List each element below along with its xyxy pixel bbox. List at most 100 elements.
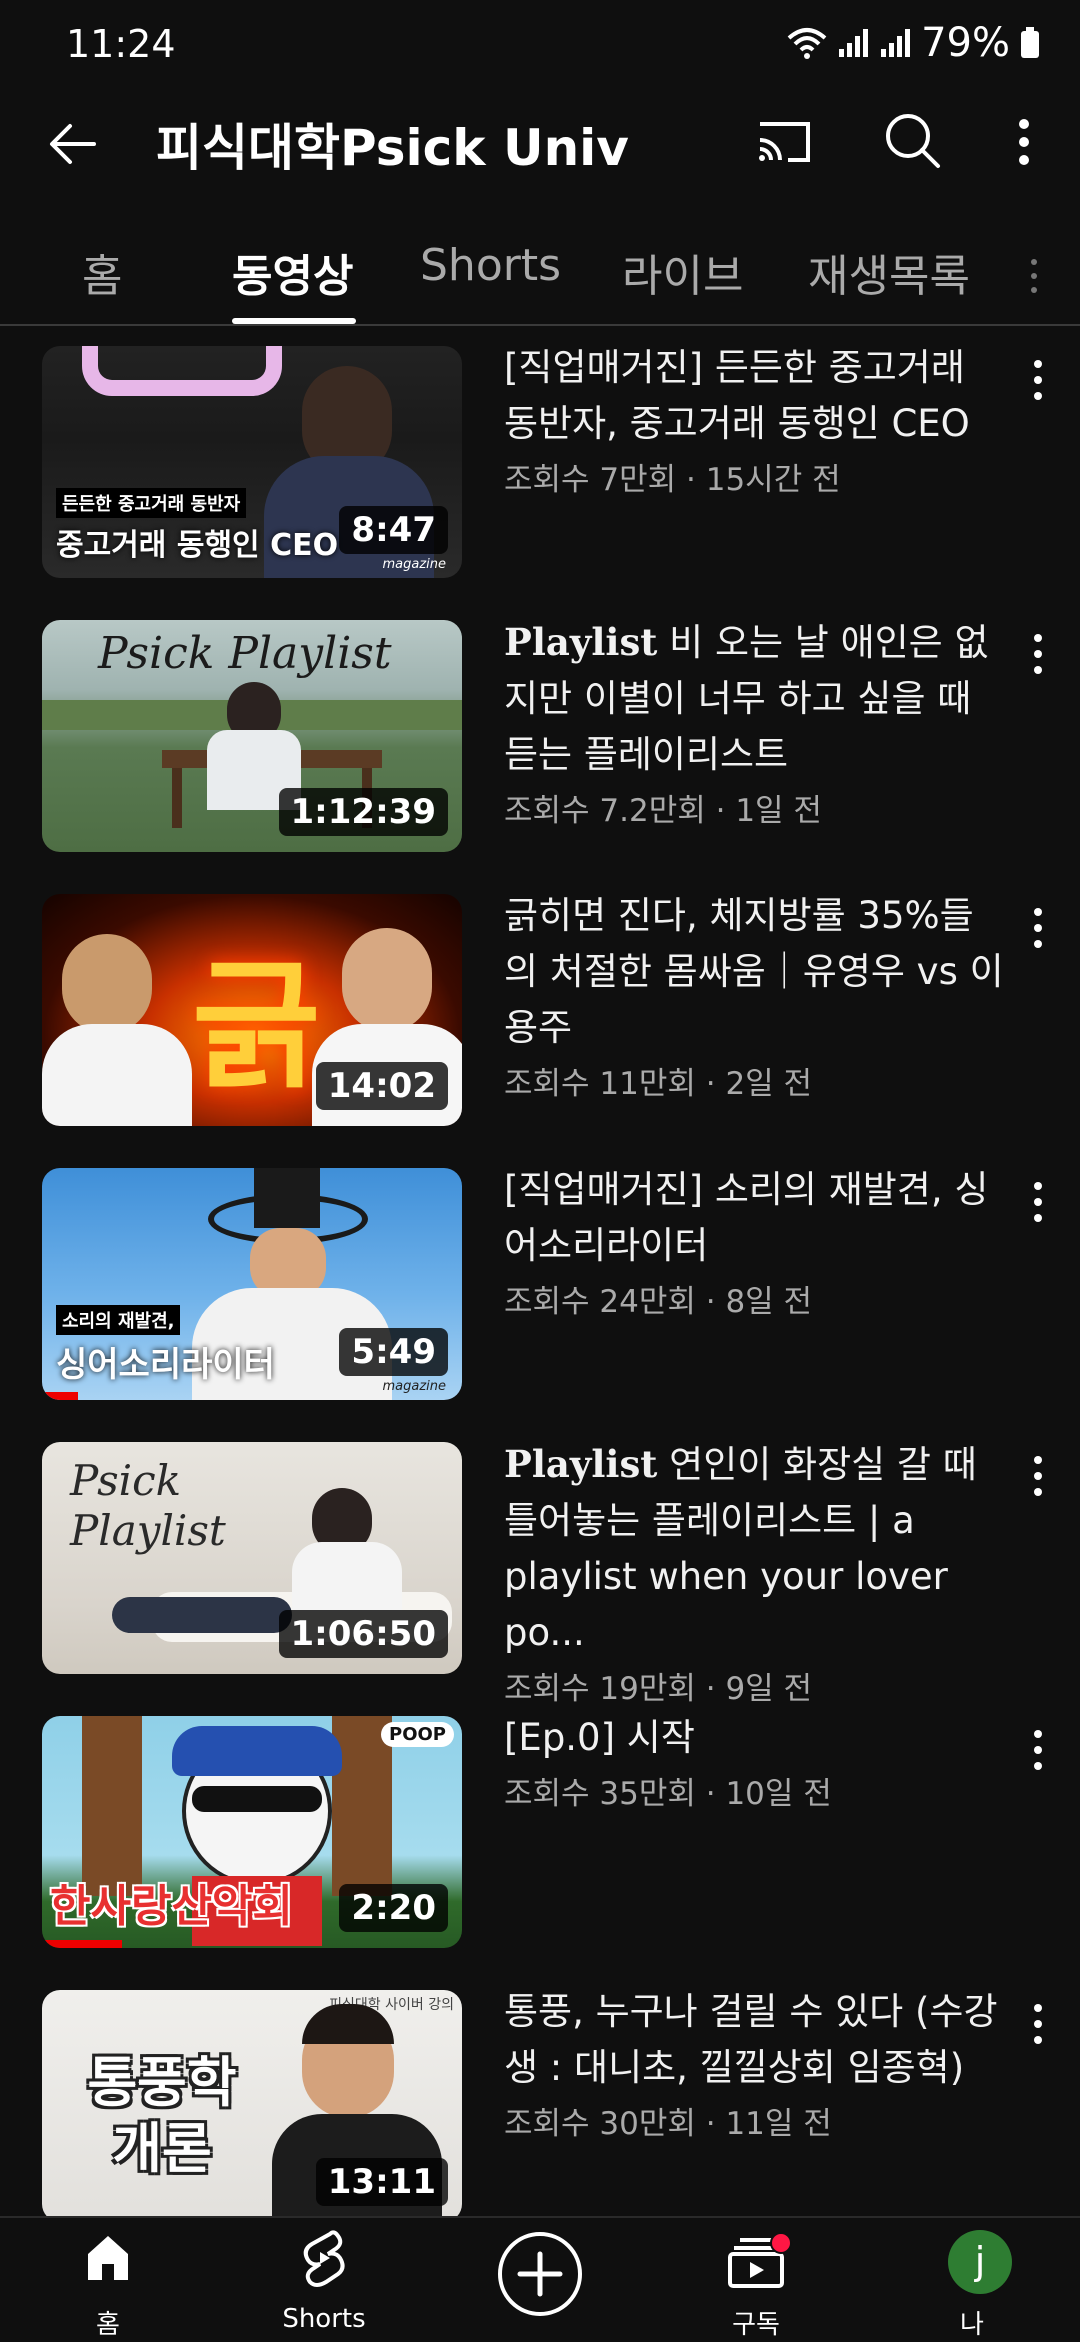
nav-you[interactable]: j 나 <box>864 2218 1080 2342</box>
shorts-icon <box>303 2230 345 2287</box>
video-more-icon[interactable] <box>1024 356 1052 404</box>
search-icon[interactable] <box>880 108 944 172</box>
video-duration: 14:02 <box>315 1062 448 1110</box>
thumbnail-text: 든든한 중고거래 동반자 중고거래 동행인 CEO <box>56 488 338 564</box>
video-meta: 조회수 11만회 · 2일 전 <box>504 1066 813 1102</box>
video-meta: 조회수 35만회 · 10일 전 <box>504 1776 832 1812</box>
video-thumbnail[interactable]: POOP 한사랑산악회 2:20 <box>42 1716 462 1948</box>
channel-header: 피식대학Psick Univ <box>0 90 1080 230</box>
channel-title: 피식대학Psick Univ <box>156 119 629 177</box>
tabs-overflow-icon <box>1031 259 1037 293</box>
thumbnail-brand: magazine <box>382 1379 446 1394</box>
video-duration: 2:20 <box>339 1884 448 1932</box>
video-title[interactable]: Playlist 연인이 화장실 갈 때 틀어놓는 플레이리스트 | a pla… <box>504 1436 1004 1661</box>
status-icons: 79% <box>787 20 1040 66</box>
tab-shorts[interactable]: Shorts <box>420 240 561 291</box>
video-more-icon[interactable] <box>1024 1726 1052 1774</box>
video-title[interactable]: [직업매거진] 소리의 재발견, 싱어소리라이터 <box>504 1162 1004 1274</box>
avatar: j <box>948 2230 1012 2294</box>
nav-subscriptions-label: 구독 <box>732 2310 780 2340</box>
nav-you-label: 나 <box>960 2310 984 2340</box>
video-info: [직업매거진] 든든한 중고거래 동반자, 중고거래 동행인 CEO 조회수 7… <box>504 340 1004 499</box>
back-arrow-icon[interactable] <box>44 114 104 174</box>
nav-shorts[interactable]: Shorts <box>216 2218 432 2342</box>
video-item[interactable]: POOP 한사랑산악회 2:20 [Ep.0] 시작 조회수 35만회 · 10… <box>0 1696 1080 1970</box>
status-time: 11:24 <box>66 22 176 66</box>
bottom-navigation: 홈 Shorts 구독 j 나 <box>0 2216 1080 2340</box>
video-thumbnail[interactable]: Psick Playlist 1:12:39 <box>42 620 462 852</box>
video-item[interactable]: 긁 14:02 긁히면 진다, 체지방률 35%들의 처절한 몸싸움｜유영우 v… <box>0 874 1080 1148</box>
video-duration: 5:49 <box>339 1328 448 1376</box>
video-title[interactable]: 통풍, 누구나 걸릴 수 있다 (수강생 : 대니초, 낄낄상회 임종혁) <box>504 1984 1004 2096</box>
battery-icon <box>1021 27 1039 58</box>
video-more-icon[interactable] <box>1024 1178 1052 1226</box>
thumbnail-text: 긁 <box>192 946 321 1109</box>
video-more-icon[interactable] <box>1024 630 1052 678</box>
tab-live[interactable]: 라이브 <box>622 240 743 304</box>
video-more-icon[interactable] <box>1024 2000 1052 2048</box>
video-info: Playlist 비 오는 날 애인은 없지만 이별이 너무 하고 싶을 때 듣… <box>504 614 1004 830</box>
more-vert-icon[interactable] <box>1000 110 1048 174</box>
video-thumbnail[interactable]: 통풍학 개론 피식대학 사이버 강의 13:11 <box>42 1990 462 2216</box>
nav-home[interactable]: 홈 <box>0 2218 216 2342</box>
thumbnail-text: 소리의 재발견, 싱어소리라이터 <box>56 1305 275 1386</box>
tab-videos[interactable]: 동영상 <box>232 240 353 304</box>
video-more-icon[interactable] <box>1024 904 1052 952</box>
video-meta: 조회수 24만회 · 8일 전 <box>504 1284 813 1320</box>
video-thumbnail[interactable]: 긁 14:02 <box>42 894 462 1126</box>
video-title[interactable]: [Ep.0] 시작 <box>504 1710 1004 1766</box>
video-duration: 8:47 <box>339 506 448 554</box>
notification-dot <box>770 2232 792 2254</box>
tab-home[interactable]: 홈 <box>82 240 122 304</box>
watch-progress <box>42 1392 78 1400</box>
battery-percent: 79% <box>921 20 1010 66</box>
video-thumbnail[interactable]: 소리의 재발견, 싱어소리라이터 magazine 5:49 <box>42 1168 462 1400</box>
video-info: 긁히면 진다, 체지방률 35%들의 처절한 몸싸움｜유영우 vs 이용주 조회… <box>504 888 1004 1103</box>
video-more-icon[interactable] <box>1024 1452 1052 1500</box>
video-item[interactable]: Psick Playlist 1:12:39 Playlist 비 오는 날 애… <box>0 600 1080 874</box>
signal-icon-2 <box>881 29 911 57</box>
video-meta: 조회수 30만회 · 11일 전 <box>504 2106 832 2142</box>
video-meta: 조회수 7.2만회 · 1일 전 <box>504 793 822 829</box>
thumbnail-badge: POOP <box>381 1722 454 1747</box>
video-thumbnail[interactable]: 든든한 중고거래 동반자 중고거래 동행인 CEO magazine 8:47 <box>42 346 462 578</box>
create-plus-icon <box>498 2232 582 2316</box>
video-title[interactable]: [직업매거진] 든든한 중고거래 동반자, 중고거래 동행인 CEO <box>504 340 1004 452</box>
nav-subscriptions[interactable]: 구독 <box>648 2218 864 2342</box>
video-duration: 1:12:39 <box>278 788 448 836</box>
channel-tabs: 홈 동영상 Shorts 라이브 재생목록 <box>0 230 1080 326</box>
video-title[interactable]: Playlist 비 오는 날 애인은 없지만 이별이 너무 하고 싶을 때 듣… <box>504 614 1004 783</box>
thumbnail-text: Psick Playlist <box>70 1456 226 1555</box>
video-info: [직업매거진] 소리의 재발견, 싱어소리라이터 조회수 24만회 · 8일 전 <box>504 1162 1004 1321</box>
thumbnail-text: Psick Playlist <box>98 628 392 679</box>
thumbnail-text: 한사랑산악회 <box>50 1881 293 1932</box>
video-item[interactable]: Psick Playlist 1:06:50 Playlist 연인이 화장실 … <box>0 1422 1080 1707</box>
video-duration: 13:11 <box>315 2158 448 2206</box>
video-duration: 1:06:50 <box>278 1610 448 1658</box>
watch-progress <box>42 1940 122 1948</box>
video-item[interactable]: 소리의 재발견, 싱어소리라이터 magazine 5:49 [직업매거진] 소… <box>0 1148 1080 1422</box>
tab-active-indicator <box>232 318 356 324</box>
nav-shorts-label: Shorts <box>282 2304 366 2334</box>
video-item[interactable]: 통풍학 개론 피식대학 사이버 강의 13:11 통풍, 누구나 걸릴 수 있다… <box>0 1970 1080 2216</box>
thumbnail-text: 통풍학 개론 <box>87 2051 237 2180</box>
tab-playlists[interactable]: 재생목록 <box>808 240 970 304</box>
nav-create[interactable] <box>432 2218 648 2342</box>
video-title[interactable]: 긁히면 진다, 체지방률 35%들의 처절한 몸싸움｜유영우 vs 이용주 <box>504 888 1004 1056</box>
wifi-icon <box>787 28 827 59</box>
video-thumbnail[interactable]: Psick Playlist 1:06:50 <box>42 1442 462 1674</box>
video-meta: 조회수 7만회 · 15시간 전 <box>504 462 841 498</box>
video-item[interactable]: 든든한 중고거래 동반자 중고거래 동행인 CEO magazine 8:47 … <box>0 326 1080 600</box>
thumbnail-brand: magazine <box>382 557 446 572</box>
cast-icon[interactable] <box>752 110 816 174</box>
playlist-prefix: Playlist <box>504 620 658 664</box>
video-info: Playlist 연인이 화장실 갈 때 틀어놓는 플레이리스트 | a pla… <box>504 1436 1004 1708</box>
home-icon <box>88 2236 128 2280</box>
status-bar: 11:24 79% <box>0 0 1080 90</box>
signal-icon <box>839 29 869 57</box>
playlist-prefix: Playlist <box>504 1442 658 1486</box>
video-info: [Ep.0] 시작 조회수 35만회 · 10일 전 <box>504 1710 1004 1813</box>
video-list: 든든한 중고거래 동반자 중고거래 동행인 CEO magazine 8:47 … <box>0 326 1080 2216</box>
video-info: 통풍, 누구나 걸릴 수 있다 (수강생 : 대니초, 낄낄상회 임종혁) 조회… <box>504 1984 1004 2143</box>
nav-home-label: 홈 <box>96 2310 120 2340</box>
